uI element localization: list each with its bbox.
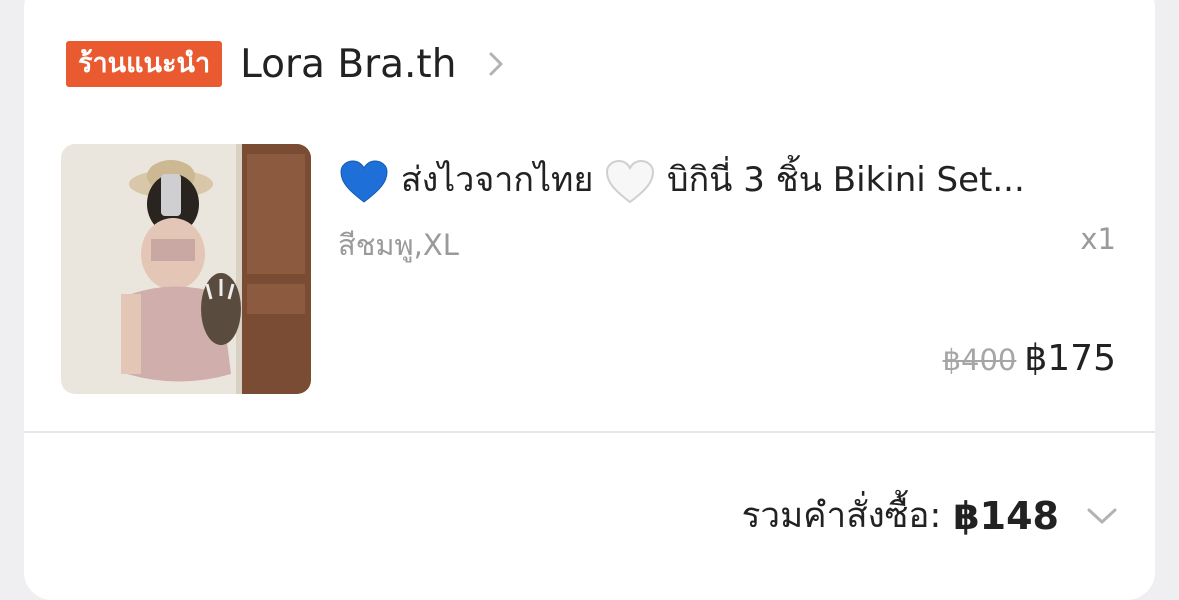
product-title-part-1: ส่งไวจากไทย	[400, 160, 594, 200]
product-image[interactable]	[61, 144, 311, 394]
blue-heart-icon	[340, 159, 388, 203]
order-total-value: ฿148	[953, 493, 1059, 538]
chevron-down-icon[interactable]	[1085, 504, 1119, 528]
white-heart-icon	[606, 159, 655, 203]
chevron-right-icon[interactable]	[482, 50, 510, 78]
price-row: ฿400 ฿175	[943, 338, 1116, 379]
original-price: ฿400	[942, 343, 1017, 377]
recommended-shop-badge: ร้านแนะนำ	[66, 41, 223, 87]
product-title-part-2: บิกินี่ 3 ชิ้น Bikini Set...	[667, 160, 1025, 200]
order-total-row[interactable]: รวมคำสั่งซื้อ: ฿148	[742, 488, 1119, 543]
product-title[interactable]: ส่งไวจากไทย บิกินี่ 3 ชิ้น Bikini Set...	[338, 150, 1118, 210]
product-variant: สีชมพู,XL	[338, 228, 459, 262]
sale-price: ฿175	[1024, 338, 1116, 379]
divider	[24, 431, 1155, 433]
order-total-label: รวมคำสั่งซื้อ:	[741, 496, 942, 536]
product-quantity: x1	[1080, 222, 1116, 256]
shop-header[interactable]: ร้านแนะนำ Lora Bra.th	[66, 36, 510, 92]
shop-name[interactable]: Lora Bra.th	[240, 42, 456, 87]
